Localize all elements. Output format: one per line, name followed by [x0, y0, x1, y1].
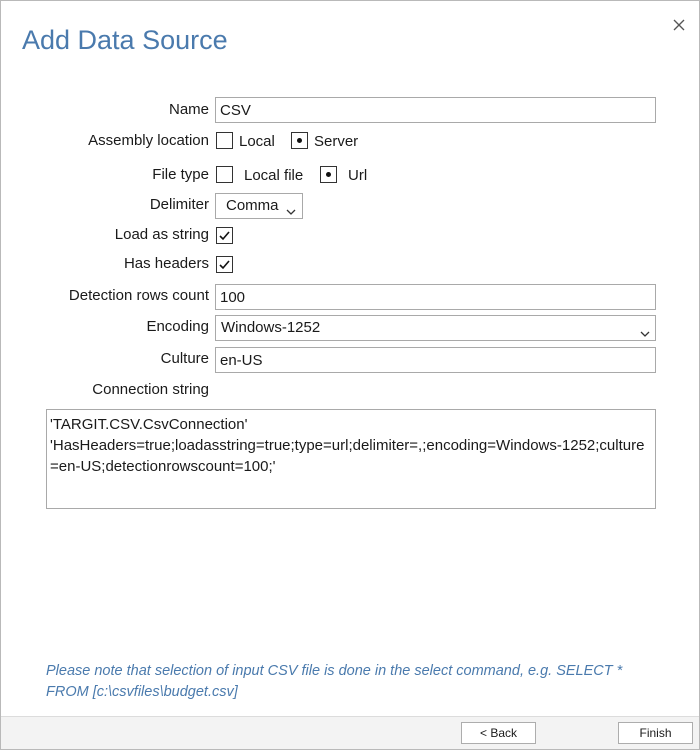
check-icon — [219, 260, 230, 270]
finish-button[interactable]: Finish — [618, 722, 693, 744]
connection-string-line-2: 'HasHeaders=true;loadasstring=true;type=… — [50, 437, 645, 475]
delimiter-label: Delimiter — [149, 196, 209, 213]
assembly-location-label: Assembly location — [88, 132, 209, 149]
load-as-string-checkbox[interactable] — [216, 227, 233, 244]
encoding-label: Encoding — [146, 318, 209, 335]
connection-string-line-1: 'TARGIT.CSV.CsvConnection' — [50, 416, 248, 433]
file-type-url-radio[interactable] — [320, 166, 337, 183]
dialog-footer — [1, 716, 699, 749]
file-type-local-label: Local file — [244, 167, 304, 184]
info-note: Please note that selection of input CSV … — [46, 663, 623, 700]
detection-rows-count-label: Detection rows count — [68, 287, 209, 304]
encoding-value: Windows-1252 — [221, 319, 321, 336]
file-type-label: File type — [152, 166, 209, 183]
assembly-server-radio[interactable] — [291, 132, 308, 149]
add-data-source-dialog: Add Data Source Name Assembly location L… — [0, 0, 700, 750]
chevron-down-icon — [286, 201, 296, 225]
load-as-string-label: Load as string — [114, 226, 209, 243]
delimiter-select[interactable]: Comma — [215, 193, 303, 219]
chevron-down-icon — [640, 323, 650, 347]
file-type-local-radio[interactable] — [216, 166, 233, 183]
culture-label: Culture — [160, 350, 209, 367]
assembly-local-radio[interactable] — [216, 132, 233, 149]
has-headers-checkbox[interactable] — [216, 256, 233, 273]
close-icon[interactable] — [669, 15, 689, 35]
connection-string-textarea[interactable]: 'TARGIT.CSV.CsvConnection' 'HasHeaders=t… — [46, 409, 656, 509]
name-input[interactable] — [215, 97, 656, 123]
detection-rows-count-input[interactable] — [215, 284, 656, 310]
connection-string-label: Connection string — [92, 381, 209, 398]
culture-input[interactable] — [215, 347, 656, 373]
delimiter-value: Comma — [226, 197, 279, 214]
dialog-title: Add Data Source — [22, 25, 228, 55]
name-label: Name — [168, 101, 209, 118]
file-type-url-label: Url — [348, 167, 368, 184]
encoding-select[interactable]: Windows-1252 — [215, 315, 656, 341]
assembly-local-label: Local — [239, 133, 275, 150]
has-headers-label: Has headers — [123, 255, 209, 272]
check-icon — [219, 231, 230, 241]
assembly-server-label: Server — [314, 133, 359, 150]
back-button[interactable]: < Back — [461, 722, 536, 744]
